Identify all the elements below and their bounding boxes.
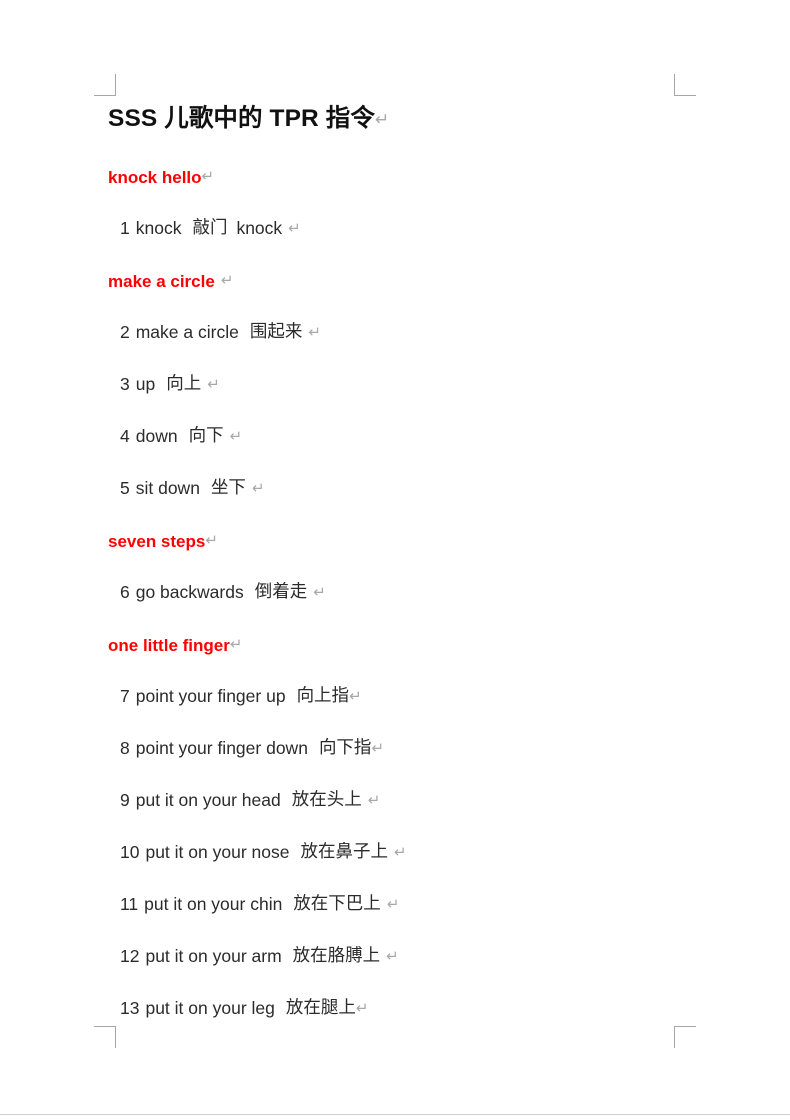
document-page: SSS 儿歌中的 TPR 指令↵ knock hello ↵ 1 knock 敲门 kno… xyxy=(0,0,790,1115)
command-line: 11 put it on your chin 放在下巴上 ↵ xyxy=(108,879,698,931)
command-english: put it on your head xyxy=(135,790,281,811)
command-english: point your finger down xyxy=(135,738,308,759)
song-heading: seven steps ↵ xyxy=(108,515,698,567)
command-chinese: 敲门 xyxy=(192,218,228,239)
command-english: sit down xyxy=(135,478,200,499)
paragraph-mark-icon: ↵ xyxy=(349,687,362,706)
paragraph-mark-icon: ↵ xyxy=(371,739,385,758)
text-boundary-corner-top-right xyxy=(674,74,696,96)
command-chinese: 放在鼻子上 xyxy=(300,842,388,863)
command-chinese: 放在腿上 xyxy=(285,998,356,1019)
command-chinese: 放在下巴上 xyxy=(293,894,381,915)
command-line: 10 put it on your nose 放在鼻子上 ↵ xyxy=(108,827,698,879)
song-heading-text: one little finger xyxy=(108,635,230,655)
command-number: 6 xyxy=(120,582,130,603)
command-line: 9 put it on your head 放在头上 ↵ xyxy=(108,775,698,827)
command-number: 4 xyxy=(120,426,130,447)
command-english: knock xyxy=(135,218,182,239)
paragraph-mark-icon: ↵ xyxy=(393,843,407,862)
page-title: SSS 儿歌中的 TPR 指令↵ xyxy=(108,104,698,133)
command-line: 13 put it on your leg 放在腿上 ↵ xyxy=(108,983,698,1035)
paragraph-mark-icon: ↵ xyxy=(313,583,326,602)
command-chinese: 放在胳膊上 xyxy=(292,946,381,967)
command-line: 3 up 向上 ↵ xyxy=(108,359,698,411)
song-heading: make a circle ↵ xyxy=(108,255,698,307)
command-line: 7 point your finger up 向上指 ↵ xyxy=(108,671,698,723)
song-heading-text: knock hello xyxy=(108,167,202,187)
paragraph-mark-icon: ↵ xyxy=(386,895,400,914)
paragraph-mark-icon: ↵ xyxy=(205,531,218,550)
song-heading-text: make a circle xyxy=(108,271,215,291)
command-chinese: 向上指 xyxy=(296,686,350,707)
command-number: 8 xyxy=(120,738,130,759)
command-chinese: 向下指 xyxy=(318,738,372,759)
paragraph-mark-icon: ↵ xyxy=(374,110,390,130)
paragraph-mark-icon: ↵ xyxy=(201,167,215,186)
command-english: point your finger up xyxy=(135,686,286,707)
command-english: put it on your arm xyxy=(145,946,282,967)
command-line: 1 knock 敲门 knock ↵ xyxy=(108,203,698,255)
paragraph-mark-icon: ↵ xyxy=(367,791,381,810)
command-number: 10 xyxy=(120,842,140,863)
paragraph-mark-icon: ↵ xyxy=(251,479,265,498)
command-number: 11 xyxy=(120,894,139,915)
command-english: put it on your chin xyxy=(144,894,283,915)
command-number: 12 xyxy=(120,946,140,967)
command-chinese: 向上 xyxy=(166,374,202,395)
song-heading: knock hello ↵ xyxy=(108,151,698,203)
command-line: 8 point your finger down 向下指 ↵ xyxy=(108,723,698,775)
paragraph-mark-icon: ↵ xyxy=(220,271,234,290)
command-chinese: 坐下 xyxy=(210,478,246,499)
paragraph-mark-icon: ↵ xyxy=(288,219,301,238)
document-body[interactable]: SSS 儿歌中的 TPR 指令↵ knock hello ↵ 1 knock 敲门 kno… xyxy=(108,104,698,1035)
paragraph-mark-icon: ↵ xyxy=(355,999,369,1018)
command-number: 5 xyxy=(120,478,130,499)
command-chinese: 倒着走 xyxy=(254,582,308,603)
command-number: 2 xyxy=(120,322,130,343)
command-chinese: 向下 xyxy=(188,426,224,447)
command-line: 2 make a circle 围起来 ↵ xyxy=(108,307,698,359)
paragraph-mark-icon: ↵ xyxy=(386,947,399,966)
command-english: put it on your leg xyxy=(145,998,275,1019)
command-english: put it on your nose xyxy=(145,842,290,863)
command-line: 12 put it on your arm 放在胳膊上 ↵ xyxy=(108,931,698,983)
command-extra: knock xyxy=(236,218,283,239)
command-line: 5 sit down 坐下 ↵ xyxy=(108,463,698,515)
song-heading-text: seven steps xyxy=(108,531,206,551)
command-chinese: 放在头上 xyxy=(291,790,362,811)
paragraph-mark-icon: ↵ xyxy=(229,635,243,654)
page-bottom-divider xyxy=(0,1114,790,1115)
command-chinese: 围起来 xyxy=(249,322,303,343)
page-title-text: SSS 儿歌中的 TPR 指令 xyxy=(108,105,375,132)
paragraph-mark-icon: ↵ xyxy=(308,323,321,342)
command-number: 3 xyxy=(120,374,130,395)
command-number: 9 xyxy=(120,790,130,811)
paragraph-mark-icon: ↵ xyxy=(207,375,220,394)
command-english: up xyxy=(135,374,156,395)
command-english: go backwards xyxy=(135,582,244,603)
command-english: make a circle xyxy=(135,322,239,343)
sections-container: knock hello ↵ 1 knock 敲门 knock ↵ make a circle ↵… xyxy=(108,151,698,1035)
command-english: down xyxy=(135,426,178,447)
text-boundary-corner-top-left xyxy=(94,74,116,96)
song-heading: one little finger ↵ xyxy=(108,619,698,671)
command-number: 13 xyxy=(120,998,140,1019)
paragraph-mark-icon: ↵ xyxy=(229,427,243,446)
command-number: 7 xyxy=(120,686,130,707)
command-number: 1 xyxy=(120,218,130,239)
command-line: 4 down 向下 ↵ xyxy=(108,411,698,463)
command-line: 6 go backwards 倒着走 ↵ xyxy=(108,567,698,619)
